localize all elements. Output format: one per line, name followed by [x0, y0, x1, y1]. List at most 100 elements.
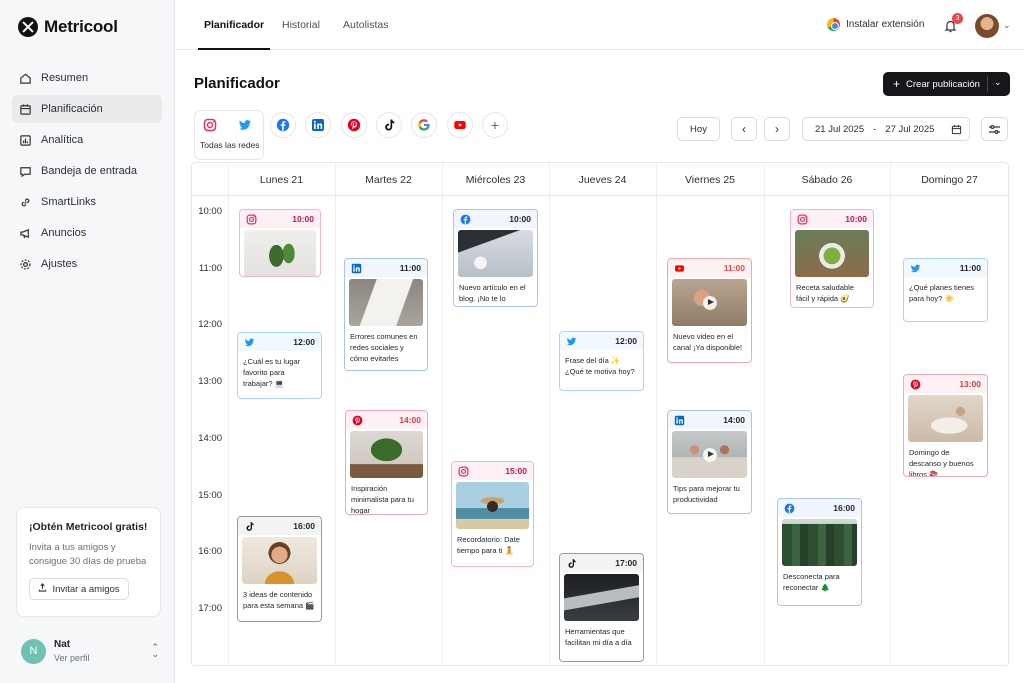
install-extension-button[interactable]: Instalar extensión	[827, 18, 924, 31]
post-image	[782, 519, 857, 566]
post-text: Recordatorio: Date tiempo para ti 🧘	[457, 535, 520, 555]
inbox-icon	[18, 164, 32, 178]
tab-autolistas[interactable]: Autolistas	[343, 0, 389, 50]
google-icon	[418, 119, 430, 131]
hour-label: 11:00	[198, 262, 222, 274]
post-image	[244, 230, 316, 276]
post-image	[672, 431, 747, 478]
post-card-facebook[interactable]: 16:00 Desconecta para reconectar 🌲	[777, 498, 862, 606]
post-card-header: 16:00	[238, 517, 321, 535]
post-card-instagram[interactable]: 15:00 Recordatorio: Date tiempo para ti 🧘	[451, 461, 534, 567]
pinterest-icon	[910, 379, 921, 390]
post-card-header: 14:00	[346, 411, 427, 429]
post-card-header: 11:00	[668, 259, 751, 277]
post-card-instagram[interactable]: 10:00 Receta saludable fácil y rápida 🥑	[790, 209, 874, 308]
post-image	[349, 279, 423, 326]
post-text: Nuevo video en el canal ¡Ya disponible!	[673, 332, 743, 352]
post-card-tiktok[interactable]: 16:00 3 ideas de contenido para esta sema…	[237, 516, 322, 622]
filter-google[interactable]	[411, 112, 437, 138]
filter-tiktok[interactable]	[376, 112, 402, 138]
post-image	[908, 395, 983, 442]
post-card-facebook[interactable]: 10:00 Nuevo artículo en el blog. ¡No te l…	[453, 209, 538, 307]
post-card-pinterest[interactable]: 14:00 Inspiración minimalista para tu hog…	[345, 410, 428, 515]
filter-linkedin[interactable]	[305, 112, 331, 138]
chevron-down-icon[interactable]: ⌄	[1003, 20, 1011, 31]
post-card-twitter[interactable]: 12:00 Frase del día ✨ ¿Qué te motiva hoy?	[559, 331, 644, 391]
post-card-twitter[interactable]: 12:00 ¿Cuál es tu lugar favorito para tra…	[237, 332, 322, 399]
post-card-youtube[interactable]: 11:00 Nuevo video en el canal ¡Ya disponi…	[667, 258, 752, 363]
hour-label: 15:00	[198, 489, 222, 501]
user-profile[interactable]: N Nat Ver perfil ⌃ ⌄	[21, 636, 161, 666]
post-card-instagram[interactable]: 10:00Consejos para cuidar tus plantas en…	[239, 209, 321, 277]
home-icon	[18, 71, 32, 85]
user-name: Nat	[54, 639, 71, 650]
previous-week-button[interactable]: ‹	[731, 117, 757, 141]
add-network-button[interactable]: +	[482, 112, 508, 138]
filter-pinterest[interactable]	[341, 112, 367, 138]
tiktok-icon	[566, 558, 577, 569]
next-week-button[interactable]: ›	[764, 117, 790, 141]
calendar-header: Lunes 21 Martes 22 Miércoles 23 Jueves 24 Vi…	[192, 163, 1008, 196]
post-card-pinterest[interactable]: 13:00 Domingo de descanso y buenos libros…	[903, 374, 988, 477]
post-card-header: 15:00	[452, 462, 533, 480]
post-time: 14:00	[399, 415, 421, 425]
sidebar-item-resumen[interactable]: Resumen	[12, 64, 162, 92]
hour-label: 10:00	[198, 206, 222, 217]
column-divider	[890, 163, 891, 665]
filter-settings-button[interactable]	[981, 117, 1008, 141]
post-text: 3 ideas de contenido para esta semana 🎬	[243, 590, 315, 610]
post-text: Errores comunes en redes sociales y cómo…	[350, 332, 418, 363]
post-time: 10:00	[845, 214, 867, 224]
sidebar: Metricool Resumen Planificación Analític…	[0, 0, 175, 683]
youtube-icon	[454, 121, 466, 129]
sidebar-item-smartlinks[interactable]: SmartLinks	[12, 188, 162, 216]
sidebar-item-ajustes[interactable]: Ajustes	[12, 250, 162, 278]
sidebar-item-label: Bandeja de entrada	[41, 165, 138, 177]
calendar-icon	[951, 124, 962, 138]
notifications-button[interactable]: 3	[944, 13, 963, 36]
page-title: Planificador	[194, 75, 280, 92]
sidebar-item-bandeja[interactable]: Bandeja de entrada	[12, 157, 162, 185]
gear-icon	[18, 257, 32, 271]
today-button[interactable]: Hoy	[677, 117, 720, 141]
view-profile-link[interactable]: Ver perfil	[54, 653, 90, 663]
promo-text: Invita a tus amigos y consigue 30 días d…	[29, 542, 147, 567]
post-card-linkedin[interactable]: 11:00 Errores comunes en redes sociales y…	[344, 258, 428, 371]
post-image	[242, 537, 317, 584]
hour-label: 13:00	[198, 376, 222, 388]
all-networks-label: Todas las redes	[200, 140, 260, 150]
linkedin-icon	[674, 415, 685, 426]
post-card-linkedin[interactable]: 14:00 Tips para mejorar tu productividad	[667, 410, 752, 514]
chevron-updown-icon[interactable]: ⌃ ⌄	[151, 643, 159, 659]
tiktok-icon	[385, 119, 395, 131]
hour-label: 16:00	[198, 546, 222, 558]
filter-instagram[interactable]	[197, 112, 223, 138]
post-time: 13:00	[959, 379, 981, 389]
filter-twitter[interactable]	[232, 112, 258, 138]
logo[interactable]: Metricool	[18, 17, 118, 37]
date-range-picker[interactable]: 21 Jul 2025 - 27 Jul 2025	[802, 117, 970, 141]
avatar[interactable]	[975, 14, 999, 38]
filter-facebook[interactable]	[270, 112, 296, 138]
post-card-header: 12:00	[238, 333, 321, 351]
post-image	[672, 279, 747, 326]
invite-friends-button[interactable]: Invitar a amigos	[29, 578, 129, 600]
tab-planificador[interactable]: Planificador	[197, 0, 271, 50]
post-card-header: 14:00	[668, 411, 751, 429]
post-card-twitter[interactable]: 11:00 ¿Qué planes tienes para hoy? ☀️	[903, 258, 988, 322]
day-header: Viernes 25	[684, 173, 735, 186]
chevron-down-icon[interactable]: ⌄	[994, 77, 1002, 88]
date-to: 27 Jul 2025	[885, 123, 935, 135]
create-post-button[interactable]: + Crear publicación ⌄	[883, 72, 1010, 96]
invite-friends-label: Invitar a amigos	[52, 583, 120, 595]
filter-youtube[interactable]	[447, 112, 473, 138]
post-card-header: 11:00	[904, 259, 987, 277]
sidebar-item-anuncios[interactable]: Anuncios	[12, 219, 162, 247]
facebook-icon	[784, 503, 795, 514]
twitter-icon	[239, 120, 251, 130]
sidebar-item-planificacion[interactable]: Planificación	[12, 95, 162, 123]
tab-historial[interactable]: Historial	[282, 0, 320, 50]
sidebar-item-analitica[interactable]: Analítica	[12, 126, 162, 154]
post-card-tiktok[interactable]: 17:00 Herramientas que facilitan mi día a…	[559, 553, 644, 662]
install-extension-label: Instalar extensión	[846, 19, 925, 30]
